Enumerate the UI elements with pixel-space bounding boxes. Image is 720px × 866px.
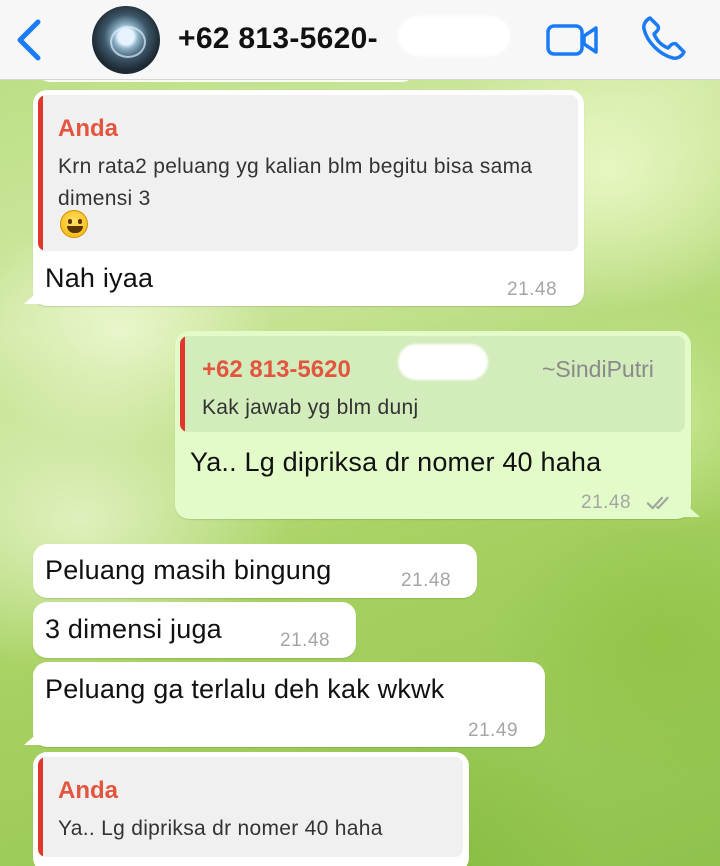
- message-text: 3 dimensi juga: [45, 614, 222, 644]
- message-bubble-incoming[interactable]: Peluang masih bingung 21.48: [33, 544, 477, 598]
- message-bubble-incoming[interactable]: Peluang ga terlalu deh kak wkwk 21.49: [33, 662, 545, 747]
- quote-bar: [38, 95, 43, 251]
- message-bubble-incoming[interactable]: Anda Ya.. Lg dipriksa dr nomer 40 haha: [33, 752, 469, 866]
- message-text: Ya.. Lg dipriksa dr nomer 40 haha: [190, 447, 602, 477]
- quoted-message[interactable]: Anda Ya.. Lg dipriksa dr nomer 40 haha: [38, 757, 463, 857]
- chat-header: +62 813-5620-: [0, 0, 720, 80]
- message-time: 21.48: [581, 492, 632, 513]
- quote-author: Anda: [58, 115, 118, 142]
- message-bubble-incoming[interactable]: Anda Krn rata2 peluang yg kalian blm beg…: [33, 90, 584, 306]
- contact-name[interactable]: +62 813-5620-: [178, 22, 378, 56]
- quote-push-name: ~SindiPutri: [542, 356, 654, 382]
- quote-bar: [38, 757, 43, 857]
- quoted-message[interactable]: Anda Krn rata2 peluang yg kalian blm beg…: [38, 95, 578, 251]
- message-bubble-incoming[interactable]: 3 dimensi juga 21.48: [33, 602, 356, 658]
- redaction-mark: [398, 344, 488, 380]
- quote-text: Kak jawab yg blm dunj: [202, 396, 419, 419]
- video-camera-icon[interactable]: [546, 20, 598, 60]
- quote-text: Krn rata2 peluang yg kalian blm begitu b…: [58, 155, 533, 210]
- message-text: Peluang ga terlalu deh kak wkwk: [45, 674, 445, 704]
- avatar[interactable]: [92, 6, 160, 74]
- quote-author: +62 813-5620: [202, 356, 351, 383]
- quote-author: Anda: [58, 777, 118, 804]
- message-time: 21.49: [468, 720, 519, 741]
- chevron-left-icon[interactable]: [12, 16, 48, 64]
- message-text: Peluang masih bingung: [45, 555, 332, 585]
- message-time: 21.48: [280, 630, 331, 651]
- quote-bar: [180, 336, 185, 432]
- quote-text: Ya.. Lg dipriksa dr nomer 40 haha: [58, 817, 383, 840]
- message-text: Nah iyaa: [45, 263, 154, 293]
- grinning-face-emoji: [60, 210, 88, 238]
- redaction-mark: [398, 16, 510, 56]
- double-check-icon: [647, 496, 669, 510]
- phone-icon[interactable]: [640, 14, 688, 62]
- message-time: 21.48: [507, 279, 558, 300]
- message-time: 21.48: [401, 570, 452, 591]
